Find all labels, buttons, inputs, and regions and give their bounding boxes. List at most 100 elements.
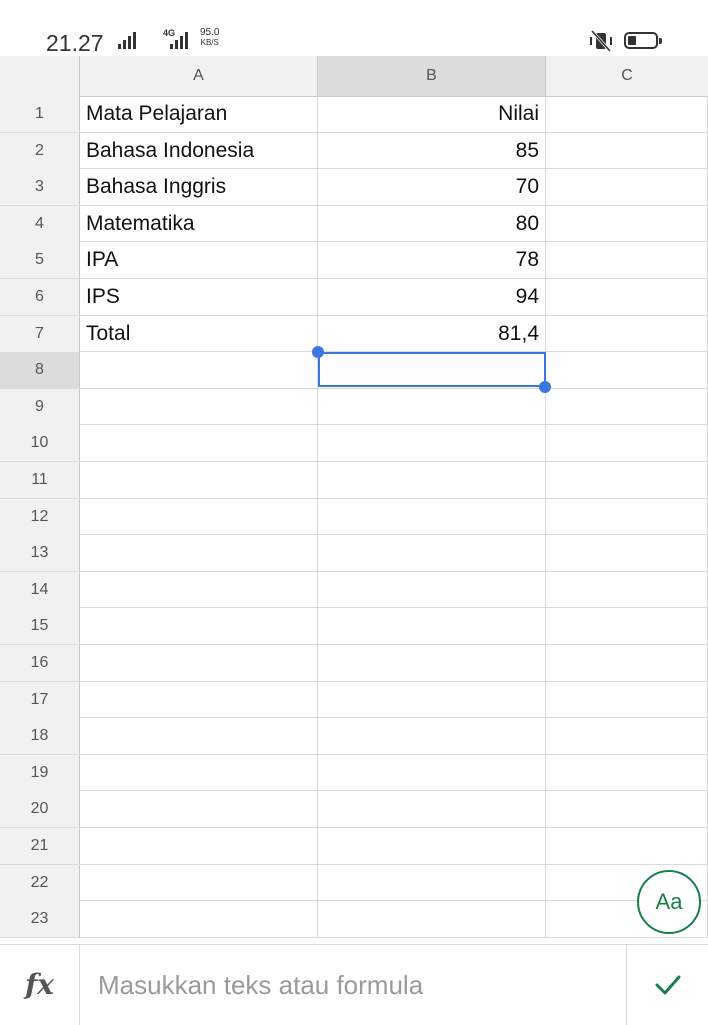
cell-c-9[interactable] — [546, 388, 708, 425]
cell-a-17[interactable] — [80, 681, 318, 718]
select-all-corner[interactable] — [0, 56, 80, 96]
row-header[interactable]: 15 — [0, 608, 80, 645]
cell-a-16[interactable] — [80, 645, 318, 681]
cell-c-7[interactable] — [546, 315, 708, 352]
row-header[interactable]: 5 — [0, 242, 80, 279]
cell-a-7[interactable]: Total — [80, 315, 318, 352]
cell-a-5[interactable]: IPA — [80, 242, 318, 279]
row-header[interactable]: 9 — [0, 388, 80, 425]
cell-c-13[interactable] — [546, 535, 708, 572]
cell-c-1[interactable] — [546, 96, 708, 132]
row-header[interactable]: 14 — [0, 571, 80, 608]
cell-c-8[interactable] — [546, 352, 708, 389]
row-header[interactable]: 10 — [0, 425, 80, 462]
cell-a-2[interactable]: Bahasa Indonesia — [80, 132, 318, 169]
cell-a-21[interactable] — [80, 828, 318, 864]
row-header[interactable]: 16 — [0, 645, 80, 681]
fx-icon[interactable]: fx — [0, 945, 80, 1025]
cell-a-8[interactable] — [80, 352, 318, 389]
cell-b-22[interactable] — [318, 864, 546, 901]
row-header[interactable]: 8 — [0, 352, 80, 389]
row-header[interactable]: 3 — [0, 169, 80, 206]
cell-a-11[interactable] — [80, 462, 318, 498]
cell-c-10[interactable] — [546, 425, 708, 462]
selection-handle-end[interactable] — [539, 381, 551, 393]
row-header[interactable]: 21 — [0, 828, 80, 864]
cell-b-12[interactable] — [318, 498, 546, 535]
cell-b-4[interactable]: 80 — [318, 205, 546, 242]
row-header[interactable]: 19 — [0, 754, 80, 791]
cell-b-17[interactable] — [318, 681, 546, 718]
cell-a-9[interactable] — [80, 388, 318, 425]
cell-c-20[interactable] — [546, 791, 708, 828]
row-header[interactable]: 23 — [0, 901, 80, 938]
cell-a-15[interactable] — [80, 608, 318, 645]
cell-a-1[interactable]: Mata Pelajaran — [80, 96, 318, 132]
confirm-button[interactable] — [626, 945, 708, 1025]
selected-cell-b8[interactable] — [318, 352, 546, 387]
row-header[interactable]: 6 — [0, 279, 80, 315]
row-header[interactable]: 1 — [0, 96, 80, 132]
cell-b-15[interactable] — [318, 608, 546, 645]
cell-b-20[interactable] — [318, 791, 546, 828]
cell-c-15[interactable] — [546, 608, 708, 645]
cell-b-21[interactable] — [318, 828, 546, 864]
cell-a-6[interactable]: IPS — [80, 279, 318, 315]
cell-a-10[interactable] — [80, 425, 318, 462]
row-header[interactable]: 20 — [0, 791, 80, 828]
spreadsheet-grid[interactable]: A B C 1 Mata Pelajaran Nilai 2 Bahasa Indone… — [0, 56, 708, 944]
row-header[interactable]: 7 — [0, 315, 80, 352]
row-header[interactable]: 18 — [0, 718, 80, 755]
formula-input[interactable] — [80, 945, 626, 1025]
column-header-a[interactable]: A — [80, 56, 318, 96]
row-header[interactable]: 11 — [0, 462, 80, 498]
row-header[interactable]: 13 — [0, 535, 80, 572]
cell-b-1[interactable]: Nilai — [318, 96, 546, 132]
cell-c-4[interactable] — [546, 205, 708, 242]
cell-c-11[interactable] — [546, 462, 708, 498]
cell-a-20[interactable] — [80, 791, 318, 828]
row-header[interactable]: 4 — [0, 205, 80, 242]
cell-c-19[interactable] — [546, 754, 708, 791]
cell-b-7[interactable]: 81,4 — [318, 315, 546, 352]
text-format-button[interactable]: Aa — [637, 870, 701, 934]
cell-c-18[interactable] — [546, 718, 708, 755]
cell-b-10[interactable] — [318, 425, 546, 462]
cell-b-23[interactable] — [318, 901, 546, 938]
cell-b-3[interactable]: 70 — [318, 169, 546, 206]
row-header[interactable]: 12 — [0, 498, 80, 535]
cell-a-4[interactable]: Matematika — [80, 205, 318, 242]
cell-b-2[interactable]: 85 — [318, 132, 546, 169]
cell-a-12[interactable] — [80, 498, 318, 535]
cell-b-9[interactable] — [318, 388, 546, 425]
cell-b-16[interactable] — [318, 645, 546, 681]
selection-handle-start[interactable] — [312, 346, 324, 358]
cell-c-6[interactable] — [546, 279, 708, 315]
cell-b-11[interactable] — [318, 462, 546, 498]
cell-c-12[interactable] — [546, 498, 708, 535]
row-header[interactable]: 22 — [0, 864, 80, 901]
column-header-c[interactable]: C — [546, 56, 708, 96]
cell-b-18[interactable] — [318, 718, 546, 755]
cell-b-14[interactable] — [318, 571, 546, 608]
cell-a-13[interactable] — [80, 535, 318, 572]
cell-c-14[interactable] — [546, 571, 708, 608]
column-header-b[interactable]: B — [318, 56, 546, 96]
cell-b-19[interactable] — [318, 754, 546, 791]
cell-a-3[interactable]: Bahasa Inggris — [80, 169, 318, 206]
cell-b-5[interactable]: 78 — [318, 242, 546, 279]
cell-c-17[interactable] — [546, 681, 708, 718]
cell-a-19[interactable] — [80, 754, 318, 791]
cell-c-21[interactable] — [546, 828, 708, 864]
cell-a-18[interactable] — [80, 718, 318, 755]
row-header[interactable]: 2 — [0, 132, 80, 169]
cell-a-23[interactable] — [80, 901, 318, 938]
cell-c-16[interactable] — [546, 645, 708, 681]
cell-c-5[interactable] — [546, 242, 708, 279]
cell-b-13[interactable] — [318, 535, 546, 572]
cell-a-22[interactable] — [80, 864, 318, 901]
cell-b-6[interactable]: 94 — [318, 279, 546, 315]
cell-a-14[interactable] — [80, 571, 318, 608]
row-header[interactable]: 17 — [0, 681, 80, 718]
cell-c-2[interactable] — [546, 132, 708, 169]
